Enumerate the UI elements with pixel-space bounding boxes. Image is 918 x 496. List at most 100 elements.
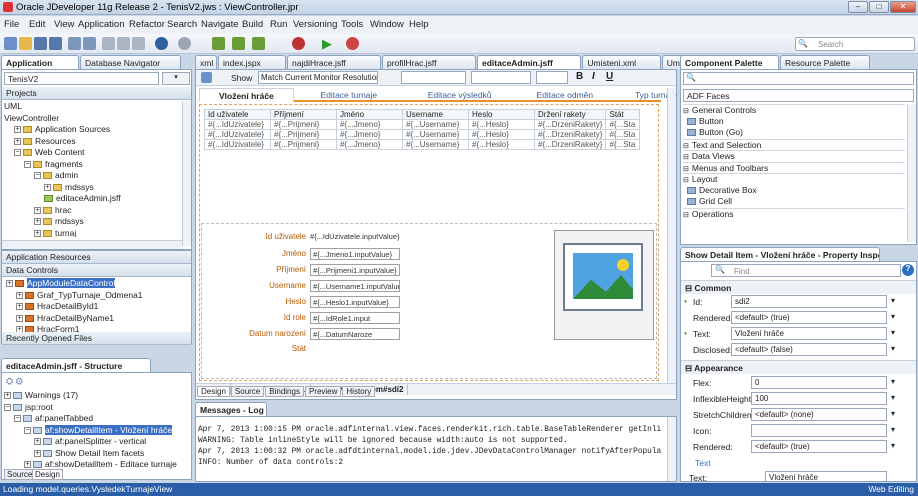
tab-resource-palette[interactable]: Resource Palette bbox=[780, 55, 870, 69]
property-value[interactable]: Vložení hráče bbox=[731, 327, 887, 340]
copy-icon[interactable] bbox=[117, 37, 130, 50]
tab-structure-source[interactable]: Source bbox=[4, 469, 36, 480]
column-header[interactable]: Držení rakety bbox=[533, 109, 607, 120]
form-input[interactable]: #{...Username1.inputValue} bbox=[310, 280, 400, 292]
common-section-header[interactable]: ⊟ Common bbox=[681, 280, 916, 294]
palette-item-button[interactable]: Button bbox=[683, 116, 905, 128]
font-select[interactable] bbox=[471, 71, 531, 84]
editor-tab-umisteni-xml[interactable]: Umisteni.xml bbox=[582, 55, 661, 69]
expand-toggle-icon[interactable]: + bbox=[14, 137, 21, 145]
palette-section-operations[interactable]: ⊟ Operations bbox=[683, 207, 905, 220]
expand-toggle-icon[interactable]: + bbox=[24, 461, 31, 469]
column-header[interactable]: Heslo bbox=[468, 109, 535, 120]
editor-tab-xml[interactable]: xml bbox=[195, 55, 217, 69]
rebuild-icon[interactable] bbox=[232, 37, 245, 50]
tree-item-uml[interactable]: UML bbox=[4, 101, 179, 113]
show-select[interactable]: Match Current Monitor Resolution bbox=[258, 71, 378, 84]
expand-toggle-icon[interactable]: + bbox=[16, 303, 23, 311]
property-dropdown-icon[interactable]: ▾ bbox=[891, 425, 895, 434]
structure-toolbar-icons[interactable]: ⛭ ⚙ bbox=[6, 376, 23, 387]
tree-item-web-content[interactable]: − Web Content bbox=[4, 147, 179, 159]
debug-icon[interactable] bbox=[346, 37, 359, 50]
rebuild-all-icon[interactable] bbox=[252, 37, 265, 50]
deploy-icon[interactable] bbox=[292, 37, 305, 50]
tab-component-palette[interactable]: Component Palette bbox=[680, 55, 779, 69]
expand-toggle-icon[interactable]: + bbox=[34, 218, 41, 226]
run-icon[interactable]: ▶ bbox=[322, 36, 332, 52]
property-value[interactable] bbox=[751, 424, 887, 437]
save-icon[interactable] bbox=[34, 37, 47, 50]
editor-bottom-tab-design[interactable]: Design bbox=[197, 386, 230, 397]
help-icon[interactable]: ? bbox=[902, 264, 914, 276]
property-dropdown-icon[interactable]: ▾ bbox=[891, 441, 895, 450]
table-row[interactable]: #{...IdUzivatele} #{...Prijmeni} #{...Jmen… bbox=[204, 119, 641, 130]
editor-bottom-tab-bindings[interactable]: Bindings bbox=[265, 386, 304, 397]
structure-node-af-showdetailitem-editace-turnaje[interactable]: + af:showDetailItem - Editace turnaje bbox=[4, 459, 182, 469]
library-select[interactable]: ADF Faces bbox=[683, 89, 914, 102]
last-text-value[interactable]: Vložení hráče bbox=[765, 471, 887, 481]
maximize-button[interactable]: □ bbox=[869, 1, 889, 13]
page-tab-vlozeni-hrace[interactable]: Vložení hráče bbox=[199, 88, 294, 102]
menu-search[interactable]: Search bbox=[167, 19, 197, 30]
menu-file[interactable]: File bbox=[4, 19, 19, 30]
form-input[interactable]: #{...Heslo1.inputValue} bbox=[310, 296, 400, 308]
tree-item-resources[interactable]: + Resources bbox=[4, 136, 179, 148]
structure-node-warnings-17[interactable]: + Warnings (17) bbox=[4, 390, 182, 402]
redo-icon[interactable] bbox=[83, 37, 96, 50]
property-value[interactable]: 100 bbox=[751, 392, 887, 405]
data-controls-header[interactable]: Data Controls bbox=[2, 264, 191, 277]
form-input[interactable]: #{...Jmeno1.inputValue} bbox=[310, 248, 400, 260]
expand-toggle-icon[interactable]: − bbox=[34, 172, 41, 180]
property-value[interactable]: <default> (true) bbox=[731, 311, 887, 324]
form-input[interactable]: #{...DatumNaroze bbox=[310, 328, 400, 340]
datacontrol-item-hracdetailbyname1[interactable]: + HracDetailByName1 bbox=[6, 313, 181, 325]
tree-item-mdssys[interactable]: + mdssys bbox=[4, 182, 179, 194]
tab-database-navigator[interactable]: Database Navigator bbox=[80, 55, 181, 69]
expand-toggle-icon[interactable]: + bbox=[6, 280, 13, 288]
tab-property-inspector[interactable]: Show Detail Item - Vložení hráče - Prope… bbox=[680, 247, 880, 261]
app-resources-header[interactable]: Application Resources bbox=[2, 251, 191, 264]
structure-node-jsp-root[interactable]: − jsp:root bbox=[4, 402, 182, 414]
property-dropdown-icon[interactable]: ▾ bbox=[891, 409, 895, 418]
table-row[interactable]: #{...IdUzivatele} #{...Prijmeni} #{...Jmen… bbox=[204, 139, 641, 150]
tree-item-admin[interactable]: − admin bbox=[4, 170, 179, 182]
find-box[interactable]: 🔍 Find bbox=[711, 264, 901, 277]
underline-button[interactable]: U bbox=[606, 71, 613, 82]
tree-item-turnaj[interactable]: + turnaj bbox=[4, 228, 179, 237]
menu-view[interactable]: View bbox=[54, 19, 74, 30]
appearance-section-header[interactable]: ⊟ Appearance bbox=[681, 360, 916, 374]
form-input[interactable]: #{...IdRole1.input bbox=[310, 312, 400, 324]
editor-tab-profilhrac-jsff[interactable]: profilHrac.jsff bbox=[382, 55, 476, 69]
editor-tab-najdihrace-jsff[interactable]: najdiHrace.jsff bbox=[287, 55, 381, 69]
expand-toggle-icon[interactable]: − bbox=[14, 415, 21, 423]
palette-scrollbar[interactable] bbox=[907, 104, 916, 242]
page-tab-editace-odmen[interactable]: Editace odměn bbox=[517, 88, 612, 102]
datacontrol-item-graf-typturnaje-odmena1[interactable]: + Graf_TypTurnaje_Odmena1 bbox=[6, 290, 181, 302]
expand-toggle-icon[interactable]: + bbox=[34, 438, 41, 446]
bold-button[interactable]: B bbox=[576, 71, 583, 82]
open-icon[interactable] bbox=[19, 37, 32, 50]
menu-versioning[interactable]: Versioning bbox=[293, 19, 337, 30]
menu-window[interactable]: Window bbox=[370, 19, 404, 30]
menu-run[interactable]: Run bbox=[270, 19, 287, 30]
menu-refactor[interactable]: Refactor bbox=[129, 19, 165, 30]
paste-icon[interactable] bbox=[132, 37, 145, 50]
projects-scrollbar[interactable] bbox=[182, 101, 191, 246]
design-icon[interactable] bbox=[201, 72, 212, 83]
property-dropdown-icon[interactable]: ▾ bbox=[891, 312, 895, 321]
close-window-button[interactable]: ✕ bbox=[890, 1, 916, 13]
property-value[interactable]: <default> (true) bbox=[751, 440, 887, 453]
menu-build[interactable]: Build bbox=[242, 19, 263, 30]
structure-node-af-panelsplitter-vertical[interactable]: + af:panelSplitter - vertical bbox=[4, 436, 182, 448]
tab-structure[interactable]: editaceAdmin.jsff - Structure bbox=[1, 358, 151, 372]
property-value[interactable]: <default> (false) bbox=[731, 343, 887, 356]
menu-tools[interactable]: Tools bbox=[341, 19, 363, 30]
expand-toggle-icon[interactable]: + bbox=[16, 291, 23, 299]
editor-bottom-tab-source[interactable]: Source bbox=[230, 386, 265, 397]
property-value[interactable]: 0 bbox=[751, 376, 887, 389]
datacontrol-item-hracdetailbyid1[interactable]: + HracDetailById1 bbox=[6, 301, 181, 313]
expand-toggle-icon[interactable]: + bbox=[16, 314, 23, 322]
expand-toggle-icon[interactable]: + bbox=[14, 126, 21, 134]
expand-toggle-icon[interactable]: − bbox=[14, 149, 21, 157]
projects-header[interactable]: Projects bbox=[2, 87, 191, 100]
